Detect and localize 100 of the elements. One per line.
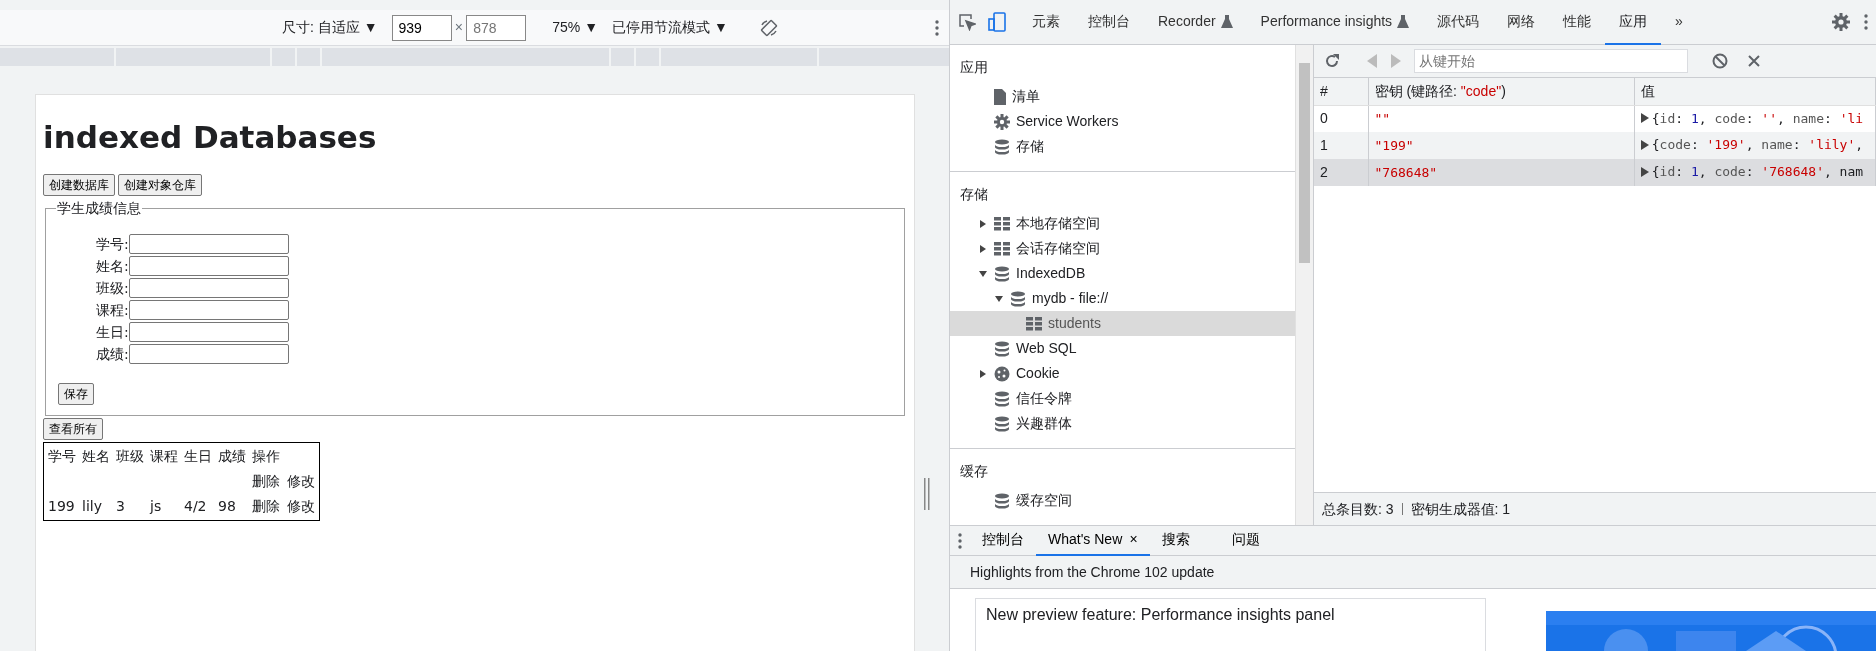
width-field[interactable]: 939	[391, 14, 452, 41]
section-heading: 应用	[959, 58, 989, 77]
sidebar-item[interactable]: 会话存储空间	[950, 236, 1295, 261]
panel-tab[interactable]: 控制台	[1074, 0, 1144, 45]
table-cell: 2	[1314, 159, 1368, 186]
column-header: 学号	[47, 447, 77, 467]
column-header: 课程	[149, 447, 179, 467]
sidebar-item[interactable]: Web SQL	[950, 336, 1295, 361]
resize-handle-icon[interactable]	[923, 478, 931, 510]
action-link[interactable]: 删除	[252, 496, 280, 518]
action-button[interactable]: 创建对象仓库	[118, 174, 203, 197]
table-cell-text: lily	[81, 497, 103, 517]
input-field[interactable]	[128, 234, 289, 255]
input-field[interactable]	[128, 322, 289, 343]
column-header: 操作	[251, 447, 281, 467]
zoom-dropdown[interactable]: 75% ▼	[552, 17, 598, 38]
table-cell: {id: 1, code: '768648', nam	[1634, 159, 1876, 186]
database-icon	[994, 265, 1010, 282]
sidebar-item[interactable]: Cookie	[950, 361, 1295, 386]
entry-count: 总条目数: 3	[1322, 499, 1394, 519]
close-tab-icon[interactable]: ×	[1129, 529, 1138, 550]
input-field[interactable]	[128, 278, 289, 299]
more-tabs-button[interactable]: »	[1661, 0, 1697, 45]
save-button[interactable]: 保存	[58, 383, 94, 406]
action-button[interactable]: 创建数据库	[43, 174, 115, 197]
table-icon	[994, 216, 1010, 231]
expand-arrow-icon	[1640, 140, 1649, 151]
table-row[interactable]: 1 "199" {code: '199', name: 'lily',	[1314, 132, 1876, 159]
table-icon	[994, 241, 1010, 256]
panel-tab[interactable]: 元素	[1018, 0, 1074, 45]
height-field[interactable]: 878	[466, 14, 527, 41]
form-legend: 学生成绩信息	[56, 201, 142, 216]
panel-tab[interactable]: Recorder	[1144, 0, 1247, 45]
section-heading: 存储	[959, 185, 989, 204]
sidebar-item[interactable]: students	[950, 311, 1295, 336]
input-field[interactable]	[128, 344, 289, 365]
gear-icon	[994, 113, 1010, 130]
settings-icon[interactable]	[1832, 13, 1850, 31]
panel-tab[interactable]: 源代码	[1423, 0, 1494, 45]
rotate-icon[interactable]	[759, 18, 778, 37]
sidebar-item[interactable]: 清单	[950, 84, 1295, 109]
table-cell: "199"	[1368, 132, 1634, 159]
database-icon	[994, 492, 1010, 509]
throttling-dropdown[interactable]: 已停用节流模式 ▼	[612, 17, 728, 38]
sidebar-item[interactable]: 缓存空间	[950, 488, 1295, 513]
sidebar-item[interactable]: 存储	[950, 134, 1295, 159]
field-label: 班级:	[96, 278, 129, 298]
article-link[interactable]: New preview feature: Performance insights panel	[986, 606, 1335, 623]
drawer-menu-icon[interactable]	[958, 532, 962, 549]
action-link[interactable]: 删除	[252, 471, 280, 493]
action-link[interactable]: 修改	[286, 496, 315, 518]
database-icon	[1010, 290, 1026, 307]
start-key-field[interactable]: 从键开始	[1414, 49, 1688, 73]
table-cell: 1	[1314, 132, 1368, 159]
drawer-tab[interactable]: 搜索	[1149, 525, 1220, 556]
field-label: 生日:	[96, 322, 129, 342]
expand-arrow-icon	[1640, 167, 1649, 178]
table-cell-text: 4/2	[183, 497, 208, 517]
sidebar-item[interactable]: 兴趣群体	[950, 411, 1295, 436]
column-header: 生日	[183, 447, 213, 467]
key-generator-value: 密钥生成器值: 1	[1410, 499, 1511, 519]
sidebar-item[interactable]: IndexedDB	[950, 261, 1295, 286]
more-options-icon[interactable]	[935, 19, 939, 36]
file-icon	[994, 88, 1006, 105]
sidebar-item[interactable]: 本地存储空间	[950, 211, 1295, 236]
drawer-tab[interactable]: 问题	[1219, 525, 1290, 556]
cookie-icon	[994, 365, 1010, 382]
panel-tab[interactable]: Performance insights	[1246, 0, 1424, 45]
table-cell: "768648"	[1368, 159, 1634, 186]
sidebar-item[interactable]: Service Workers	[950, 109, 1295, 134]
field-label: 姓名:	[96, 256, 129, 276]
input-field[interactable]	[128, 256, 289, 277]
sidebar-item[interactable]: 信任令牌	[950, 386, 1295, 411]
panel-tab[interactable]: 性能	[1549, 0, 1606, 45]
clear-icon[interactable]	[1712, 53, 1728, 69]
close-icon[interactable]	[1748, 55, 1760, 67]
column-header: 姓名	[81, 447, 111, 467]
expand-arrow-icon	[1640, 113, 1649, 124]
field-label: 课程:	[96, 300, 129, 320]
inspect-icon[interactable]	[958, 13, 976, 31]
more-options-icon[interactable]	[1864, 14, 1868, 30]
input-field[interactable]	[128, 300, 289, 321]
table-cell-text: 199	[47, 497, 76, 517]
refresh-icon[interactable]	[1324, 53, 1340, 69]
table-row[interactable]: 2 "768648" {id: 1, code: '768648', nam	[1314, 159, 1876, 186]
table-icon	[1026, 316, 1042, 331]
expand-arrow-icon	[979, 219, 987, 228]
action-link[interactable]: 修改	[286, 471, 315, 493]
panel-tab[interactable]: 网络	[1493, 0, 1550, 45]
drawer-tab[interactable]: 控制台	[970, 525, 1036, 556]
view-all-button[interactable]: 查看所有	[43, 418, 103, 441]
expand-arrow-icon	[979, 244, 987, 253]
expand-arrow-icon	[979, 369, 987, 378]
sidebar-item[interactable]: mydb - file://	[950, 286, 1295, 311]
device-toggle-icon[interactable]	[988, 12, 1006, 32]
section-heading: 缓存	[959, 462, 989, 481]
database-icon	[994, 340, 1010, 357]
table-cell-text: js	[148, 497, 163, 517]
scrollbar[interactable]	[1295, 45, 1313, 525]
dimensions-dropdown[interactable]: 尺寸: 自适应 ▼	[282, 17, 378, 38]
